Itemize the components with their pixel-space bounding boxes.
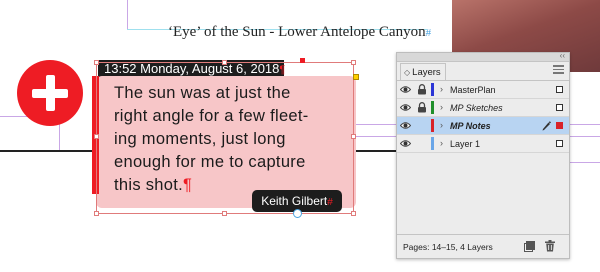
layer-selection-square[interactable] [556,122,563,129]
resize-handle[interactable] [351,60,356,65]
layer-selection-square[interactable] [556,140,563,147]
guide-line-vertical [127,0,128,30]
layer-name: MP Sketches [450,103,503,113]
corner-options-handle[interactable] [353,74,359,80]
pen-icon [542,121,551,131]
layer-name: MP Notes [450,121,491,131]
eye-icon[interactable] [400,103,411,112]
resize-handle[interactable] [94,211,99,216]
expand-triangle-icon[interactable]: › [440,120,443,130]
expand-triangle-icon[interactable]: › [440,138,443,148]
panel-footer: Pages: 14–15, 4 Layers [397,234,569,258]
plus-badge[interactable] [17,60,83,126]
document-title[interactable]: ‘Eye’ of the Sun - Lower Antelope Canyon… [168,24,431,41]
pages-status: Pages: 14–15, 4 Layers [403,242,493,252]
resize-handle[interactable] [94,134,99,139]
lock-icon[interactable] [417,102,427,113]
layer-row[interactable]: › MP Notes [397,117,569,135]
layer-row[interactable]: › MP Sketches [397,99,569,117]
lock-toggle[interactable] [417,120,427,131]
layer-color-swatch [431,119,434,132]
eye-icon[interactable] [400,121,411,130]
document-title-text: ‘Eye’ of the Sun - Lower Antelope Canyon [168,24,426,40]
tab-layers[interactable]: ◇ Layers [400,63,446,80]
resize-handle[interactable] [222,60,227,65]
lock-toggle[interactable] [417,138,427,149]
resize-handle[interactable] [94,60,99,65]
eye-icon[interactable] [400,139,411,148]
end-of-story-mark: # [425,27,432,39]
layer-row[interactable]: › Layer 1 [397,135,569,153]
layer-color-swatch [431,83,434,96]
resize-handle[interactable] [351,134,356,139]
chevron-icon: ◇ [404,68,411,77]
selection-frame[interactable] [96,62,354,214]
layer-name: MasterPlan [450,85,496,95]
lock-icon[interactable] [417,84,427,95]
layers-panel: ‹‹ ◇ Layers › MasterPlan › MP Sketches › MP No… [396,51,570,259]
layer-color-swatch [431,101,434,114]
layer-selection-square[interactable] [556,104,563,111]
plus-icon [17,60,83,126]
guide-line-horizontal [570,162,600,163]
new-layer-icon[interactable] [524,241,535,252]
panel-title-bar[interactable]: ‹‹ [397,51,569,62]
anchor-marker-icon[interactable] [293,209,302,218]
collapse-panel-icon[interactable]: ‹‹ [560,51,565,60]
layer-name: Layer 1 [450,139,481,149]
expand-triangle-icon[interactable]: › [440,84,443,94]
layer-color-swatch [431,137,434,150]
eye-icon[interactable] [400,85,411,94]
resize-handle[interactable] [351,211,356,216]
menu-icon[interactable] [553,65,564,74]
layer-selection-square[interactable] [556,86,563,93]
text-frame-port[interactable] [300,58,305,63]
tab-layers-label: Layers [412,67,441,78]
layer-row[interactable]: › MasterPlan [397,81,569,99]
resize-handle[interactable] [222,211,227,216]
expand-triangle-icon[interactable]: › [440,102,443,112]
trash-icon[interactable] [545,240,555,252]
